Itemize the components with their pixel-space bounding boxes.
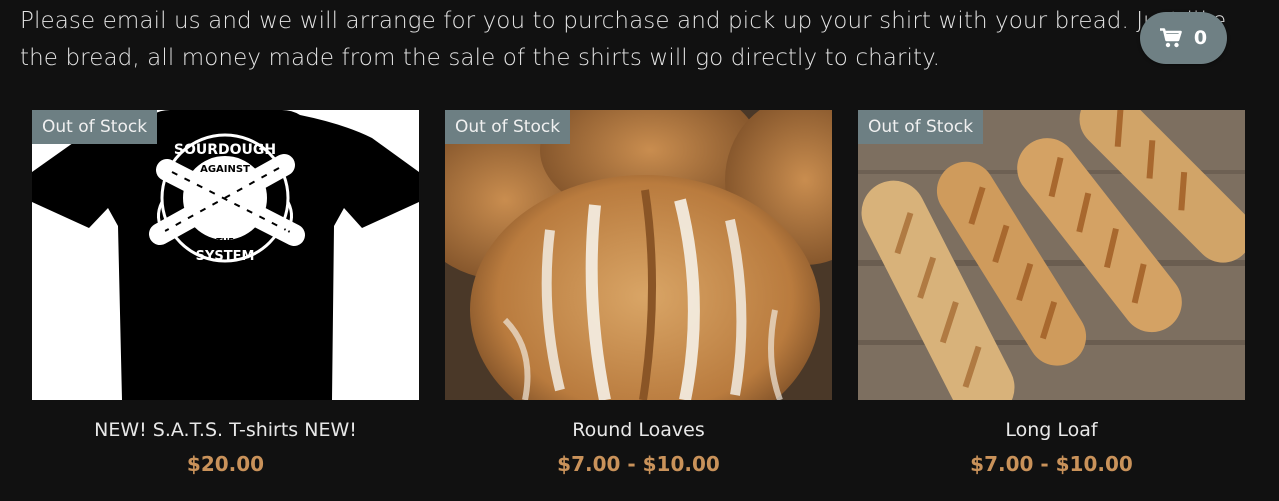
intro-text: Please email us and we will arrange for … [20, 8, 1227, 71]
out-of-stock-badge: Out of Stock [445, 110, 571, 144]
round-loaves-photo [445, 110, 832, 400]
product-card-tshirt[interactable]: SOURDOUGH AGAINST THE SYSTEM Out of Stoc… [32, 110, 419, 477]
product-price: $20.00 [186, 452, 265, 476]
out-of-stock-badge: Out of Stock [858, 110, 984, 144]
product-name[interactable]: NEW! S.A.T.S. T-shirts NEW! [32, 418, 419, 442]
shirt-text-bottom: SYSTEM [196, 249, 255, 264]
product-price: $7.00 - $10.00 [557, 452, 720, 476]
product-name[interactable]: Long Loaf [858, 418, 1245, 442]
shirt-text-top: SOURDOUGH [174, 142, 276, 158]
product-card-round-loaves[interactable]: Out of Stock Round Loaves $7.00 - $10.00 [445, 110, 832, 477]
product-price: $7.00 - $10.00 [970, 452, 1133, 476]
product-image-round-loaves[interactable]: Out of Stock [445, 110, 832, 400]
tshirt-illustration: SOURDOUGH AGAINST THE SYSTEM [32, 110, 419, 400]
product-image-tshirt[interactable]: SOURDOUGH AGAINST THE SYSTEM Out of Stoc… [32, 110, 419, 400]
shirt-text-small: THE [216, 237, 234, 246]
cart-button[interactable]: 0 [1140, 12, 1227, 64]
cart-count: 0 [1193, 27, 1208, 49]
long-loaf-photo [858, 110, 1245, 400]
out-of-stock-badge: Out of Stock [32, 110, 158, 144]
shirt-text-middle: AGAINST [200, 164, 250, 175]
product-card-long-loaf[interactable]: Out of Stock Long Loaf $7.00 - $10.00 [858, 110, 1245, 477]
product-image-long-loaf[interactable]: Out of Stock [858, 110, 1245, 400]
cart-icon [1159, 28, 1182, 48]
page: Please email us and we will arrange for … [0, 0, 1279, 501]
product-name[interactable]: Round Loaves [445, 418, 832, 442]
